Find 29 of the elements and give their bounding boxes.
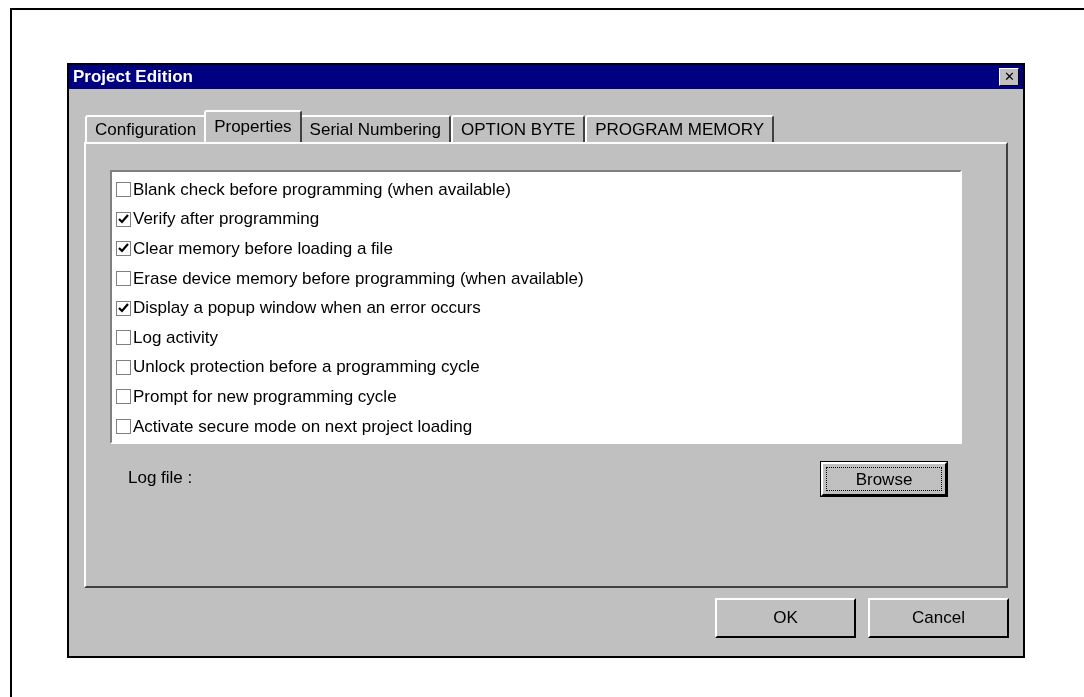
tab[interactable]: Serial Numbering [299, 115, 451, 142]
tab[interactable]: OPTION BYTE [450, 115, 586, 142]
option-label[interactable]: Prompt for new programming cycle [133, 386, 397, 407]
checkbox[interactable] [116, 389, 131, 405]
option-label[interactable]: Erase device memory before programming (when available) [133, 268, 584, 289]
tab[interactable]: Properties [204, 110, 302, 142]
option-label[interactable]: Verify after programming [133, 209, 320, 230]
browse-button[interactable]: Browse [821, 462, 947, 496]
checkbox[interactable] [116, 330, 131, 346]
checkbox[interactable] [116, 182, 131, 198]
checkbox[interactable] [116, 211, 131, 227]
checkbox[interactable] [116, 241, 131, 257]
tab[interactable]: Configuration [85, 115, 207, 142]
tab[interactable]: PROGRAM MEMORY [585, 115, 774, 142]
option-label[interactable]: Log activity [133, 327, 219, 348]
window-title: Project Edition [73, 67, 193, 87]
log-file-label: Log file : [128, 468, 193, 488]
checkbox[interactable] [116, 300, 131, 316]
option-label[interactable]: Blank check before programming (when available) [133, 179, 511, 200]
close-button[interactable]: ✕ [999, 68, 1019, 86]
checkbox[interactable] [116, 271, 131, 287]
checkbox[interactable] [116, 419, 131, 435]
checkbox[interactable] [116, 359, 131, 375]
option-label[interactable]: Activate secure mode on next project loading [133, 416, 473, 437]
option-label[interactable]: Clear memory before loading a file [133, 239, 393, 259]
dialog-button[interactable]: Cancel [868, 598, 1009, 638]
option-label[interactable]: Unlock protection before a programming cycle [133, 357, 480, 378]
dialog-button[interactable]: OK [715, 598, 856, 638]
option-label[interactable]: Display a popup window when an error occurs [133, 298, 481, 319]
